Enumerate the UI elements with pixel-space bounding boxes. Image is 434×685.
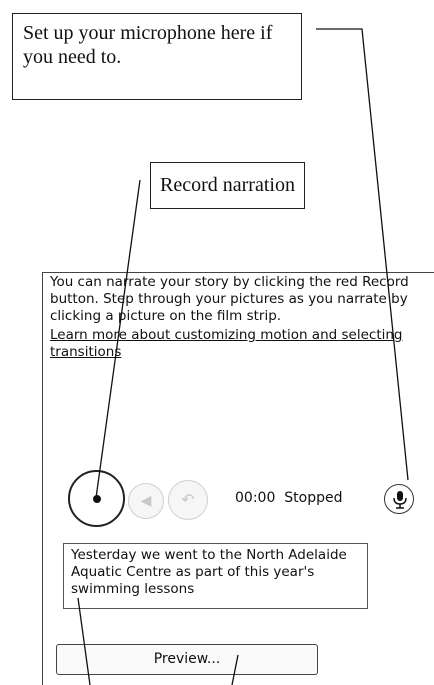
previous-button[interactable]: ◀ <box>128 483 164 519</box>
preview-button[interactable]: Preview... <box>56 644 318 675</box>
microphone-setup-button[interactable] <box>384 484 414 514</box>
elapsed-time: 00:00 <box>235 490 276 506</box>
undo-button[interactable]: ↶ <box>168 480 208 520</box>
record-button[interactable] <box>68 470 125 527</box>
record-icon <box>93 495 101 503</box>
instructions-text: You can narrate your story by clicking t… <box>50 274 409 324</box>
callout-mic-setup: Set up your microphone here if you need … <box>12 13 302 100</box>
microphone-icon <box>393 491 407 509</box>
previous-icon: ◀ <box>140 493 152 509</box>
callout-record-narration: Record narration <box>150 162 305 209</box>
learn-more-link[interactable]: Learn more about customizing motion and … <box>50 327 430 361</box>
status-text: Stopped <box>284 490 343 506</box>
undo-icon: ↶ <box>181 490 195 509</box>
narration-textbox[interactable]: Yesterday we went to the North Adelaide … <box>63 543 368 609</box>
recording-status: 00:00 Stopped <box>235 490 342 507</box>
